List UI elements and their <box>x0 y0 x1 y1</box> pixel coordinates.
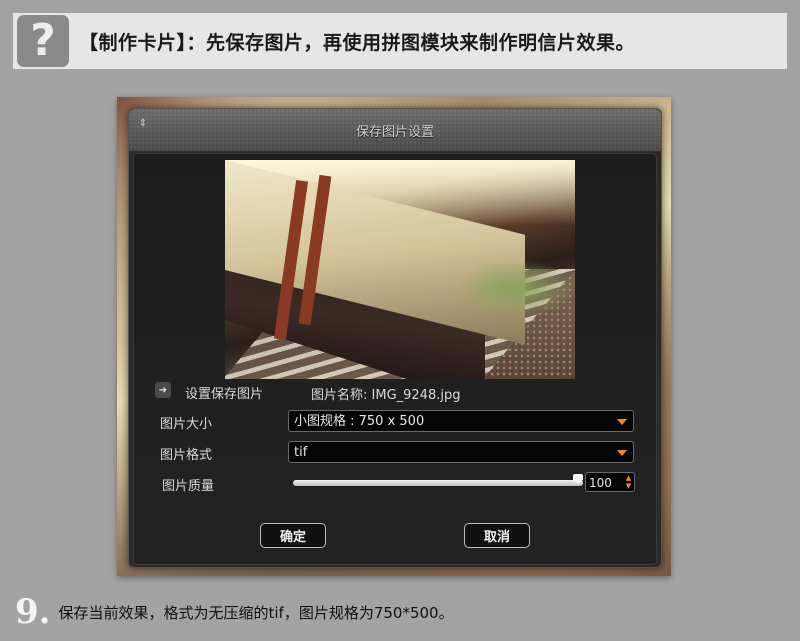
format-label: 图片格式 <box>160 448 213 463</box>
quality-slider[interactable] <box>293 480 583 486</box>
preview-grass <box>455 259 575 319</box>
dialog-title: 保存图片设置 <box>355 124 434 140</box>
step-number: 9. <box>15 592 51 632</box>
expand-arrow-icon[interactable]: ➜ <box>155 382 171 398</box>
cancel-button[interactable]: 取消 <box>464 523 530 548</box>
stepper-down-icon[interactable]: ▼ <box>625 483 632 490</box>
help-icon-glyph: ? <box>30 15 56 66</box>
drag-grip-icon[interactable]: ⇕ <box>137 119 149 129</box>
quality-stepper[interactable]: 100 ▲ ▼ <box>585 472 635 492</box>
step-caption: 9. 保存当前效果，格式为无压缩的tif，图片规格为750*500。 <box>15 594 454 630</box>
format-select-value: tif <box>294 445 308 460</box>
quality-value: 100 <box>589 476 612 490</box>
save-image-dialog: ⇕ 保存图片设置 ➜ 设置保存图片 图片名称: IMG_9248.jpg 图片大… <box>128 108 662 568</box>
caption-text: 保存当前效果，格式为无压缩的tif，图片规格为750*500。 <box>58 603 454 622</box>
stepper-up-icon[interactable]: ▲ <box>625 475 632 482</box>
image-preview <box>225 160 575 379</box>
section-label: 设置保存图片 <box>185 387 264 402</box>
instruction-banner: ? 【制作卡片】：先保存图片，再使用拼图模块来制作明信片效果。 <box>13 13 787 69</box>
help-icon: ? <box>17 15 69 67</box>
format-select[interactable]: tif <box>288 441 634 463</box>
size-label: 图片大小 <box>160 417 213 432</box>
dialog-panel: ➜ 设置保存图片 图片名称: IMG_9248.jpg 图片大小 小图规格 : … <box>133 153 657 565</box>
chevron-down-icon[interactable] <box>617 419 627 425</box>
quality-label: 图片质量 <box>162 479 215 494</box>
size-select[interactable]: 小图规格 : 750 x 500 <box>288 410 634 432</box>
ok-button[interactable]: 确定 <box>260 523 326 548</box>
size-select-value: 小图规格 : 750 x 500 <box>294 414 425 429</box>
file-name-label: 图片名称: IMG_9248.jpg <box>311 388 461 403</box>
banner-text: 【制作卡片】：先保存图片，再使用拼图模块来制作明信片效果。 <box>79 31 636 54</box>
quality-slider-fill <box>293 480 583 486</box>
chevron-down-icon[interactable] <box>617 450 627 456</box>
dialog-titlebar[interactable]: ⇕ 保存图片设置 <box>129 109 661 151</box>
